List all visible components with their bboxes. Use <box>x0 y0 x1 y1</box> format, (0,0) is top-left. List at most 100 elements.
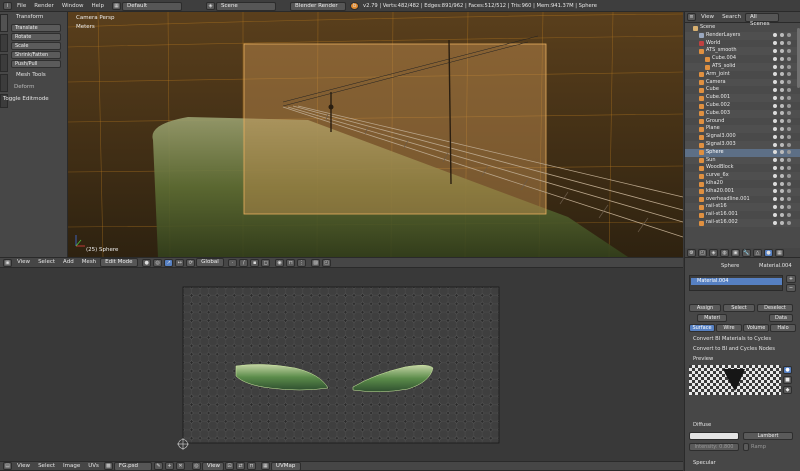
outliner-view-menu[interactable]: View <box>697 13 718 22</box>
outliner-item[interactable]: Sun <box>685 156 800 165</box>
outliner-item[interactable]: kiha20.001 <box>685 187 800 196</box>
eye-toggle-icon[interactable] <box>773 220 777 225</box>
cursor-toggle-icon[interactable] <box>780 111 784 116</box>
diffuse-shader-dropdown[interactable]: Lambert <box>743 432 793 440</box>
outliner-item[interactable]: Cube <box>685 86 800 94</box>
outliner-item[interactable]: World <box>685 40 800 48</box>
render-toggle-icon[interactable] <box>787 173 791 178</box>
eye-toggle-icon[interactable] <box>773 126 777 131</box>
3d-viewport[interactable]: Camera Persp Meters (25) Sphere <box>68 12 683 257</box>
cursor-toggle-icon[interactable] <box>780 181 784 186</box>
render-toggle-icon[interactable] <box>787 220 791 225</box>
image-name-field[interactable]: FG.psd <box>113 461 152 471</box>
scene-tab-icon[interactable]: ◈ <box>709 248 718 257</box>
render-preview-icon[interactable]: ▨ <box>311 258 321 267</box>
eye-toggle-icon[interactable] <box>773 204 777 209</box>
preview-panel-header[interactable]: Preview <box>693 356 713 362</box>
render-toggle-icon[interactable] <box>787 103 791 108</box>
outliner-item[interactable]: Scene <box>685 24 800 32</box>
cursor-toggle-icon[interactable] <box>780 212 784 217</box>
snap-target-icon[interactable]: ⋮ <box>297 258 307 267</box>
menu-help[interactable]: Help <box>88 0 109 12</box>
cursor-toggle-icon[interactable] <box>780 87 784 92</box>
render-toggle-icon[interactable] <box>787 142 791 147</box>
rotate-manip-icon[interactable]: ⟳ <box>186 258 196 267</box>
menu-file[interactable]: File <box>13 0 30 12</box>
remove-slot-button[interactable]: − <box>786 284 796 292</box>
outliner-item[interactable]: curve_6x <box>685 172 800 180</box>
data-tab-icon[interactable]: △ <box>753 248 762 257</box>
tab-grease[interactable] <box>0 74 8 92</box>
render-toggle-icon[interactable] <box>787 48 791 53</box>
material-tab-icon[interactable]: ● <box>764 248 773 257</box>
cursor-toggle-icon[interactable] <box>780 48 784 53</box>
tab-volume[interactable]: Volume <box>743 324 769 332</box>
render-tab-icon[interactable]: ◰ <box>698 248 707 257</box>
select-menu[interactable]: Select <box>34 258 59 267</box>
push-pull-button[interactable]: Push/Pull <box>11 60 61 68</box>
texture-tab-icon[interactable]: ▦ <box>775 248 784 257</box>
cursor-toggle-icon[interactable] <box>780 56 784 61</box>
outliner-item[interactable]: Signal3.003 <box>685 141 800 149</box>
view-menu[interactable]: View <box>13 258 34 267</box>
outliner-item[interactable]: WoodBlock <box>685 164 800 172</box>
eye-toggle-icon[interactable] <box>773 212 777 217</box>
image-pin-icon[interactable]: ✎ <box>153 462 163 470</box>
snap-icon[interactable]: ⊓ <box>286 258 296 267</box>
camera-icon[interactable]: ◰ <box>322 258 332 267</box>
eye-toggle-icon[interactable] <box>773 33 777 38</box>
uv-snap-icon[interactable]: ⊓ <box>246 462 256 470</box>
cursor-toggle-icon[interactable] <box>780 158 784 163</box>
eye-toggle-icon[interactable] <box>773 142 777 147</box>
cursor-toggle-icon[interactable] <box>780 103 784 108</box>
outliner-item[interactable]: kiha20 <box>685 180 800 188</box>
uv-sync-icon[interactable]: ⇄ <box>235 462 245 470</box>
outliner-item[interactable]: Cube.001 <box>685 94 800 102</box>
uv-view-menu[interactable]: View <box>13 462 34 471</box>
translate-manip-icon[interactable]: ↔ <box>175 258 185 267</box>
proportional-edit-icon[interactable]: ◉ <box>275 258 285 267</box>
outliner-item[interactable]: ATS_smooth <box>685 47 800 56</box>
eye-toggle-icon[interactable] <box>773 189 777 194</box>
mode-dropdown[interactable]: Edit Mode <box>100 258 139 267</box>
convert-bi-cycles[interactable]: Convert BI Materials to Cycles <box>693 336 771 342</box>
eye-toggle-icon[interactable] <box>773 134 777 139</box>
mesh-tools-panel-header[interactable]: Mesh Tools <box>16 72 46 78</box>
specular-panel-header[interactable]: Specular <box>693 460 716 466</box>
mesh-menu[interactable]: Mesh <box>78 258 100 267</box>
outliner-item[interactable]: Cube.003 <box>685 109 800 118</box>
render-toggle-icon[interactable] <box>787 64 791 69</box>
eye-toggle-icon[interactable] <box>773 48 777 53</box>
material-name-field[interactable]: Materi <box>697 314 727 322</box>
add-slot-button[interactable]: + <box>786 275 796 283</box>
render-toggle-icon[interactable] <box>787 181 791 186</box>
image-editor-icon[interactable]: ▤ <box>3 462 12 470</box>
cursor-toggle-icon[interactable] <box>780 165 784 170</box>
edge-select-icon[interactable]: / <box>239 258 249 267</box>
cursor-toggle-icon[interactable] <box>780 150 784 155</box>
cursor-toggle-icon[interactable] <box>780 64 784 69</box>
eye-toggle-icon[interactable] <box>773 165 777 170</box>
image-unlink-icon[interactable]: ✕ <box>175 462 185 470</box>
ramp-checkbox[interactable] <box>743 443 749 451</box>
3d-view-editor-icon[interactable]: ▣ <box>3 258 12 267</box>
pivot-icon[interactable]: ◎ <box>153 258 163 267</box>
render-toggle-icon[interactable] <box>787 165 791 170</box>
uvs-menu[interactable]: UVs <box>84 462 103 471</box>
outliner-filter-dropdown[interactable]: All Scenes <box>744 12 779 27</box>
eye-toggle-icon[interactable] <box>773 150 777 155</box>
eye-toggle-icon[interactable] <box>773 173 777 178</box>
cursor-toggle-icon[interactable] <box>780 72 784 77</box>
cursor-toggle-icon[interactable] <box>780 220 784 225</box>
eye-toggle-icon[interactable] <box>773 181 777 186</box>
image-new-icon[interactable]: + <box>164 462 174 470</box>
render-toggle-icon[interactable] <box>787 119 791 124</box>
render-toggle-icon[interactable] <box>787 197 791 202</box>
eye-toggle-icon[interactable] <box>773 56 777 61</box>
eye-toggle-icon[interactable] <box>773 64 777 69</box>
world-tab-icon[interactable]: ◍ <box>720 248 729 257</box>
layout-dropdown[interactable]: Default <box>122 1 183 11</box>
cursor-toggle-icon[interactable] <box>780 134 784 139</box>
properties-editor-icon[interactable]: ⚙ <box>687 248 696 257</box>
pivot-uv-icon[interactable]: ◎ <box>191 462 201 470</box>
